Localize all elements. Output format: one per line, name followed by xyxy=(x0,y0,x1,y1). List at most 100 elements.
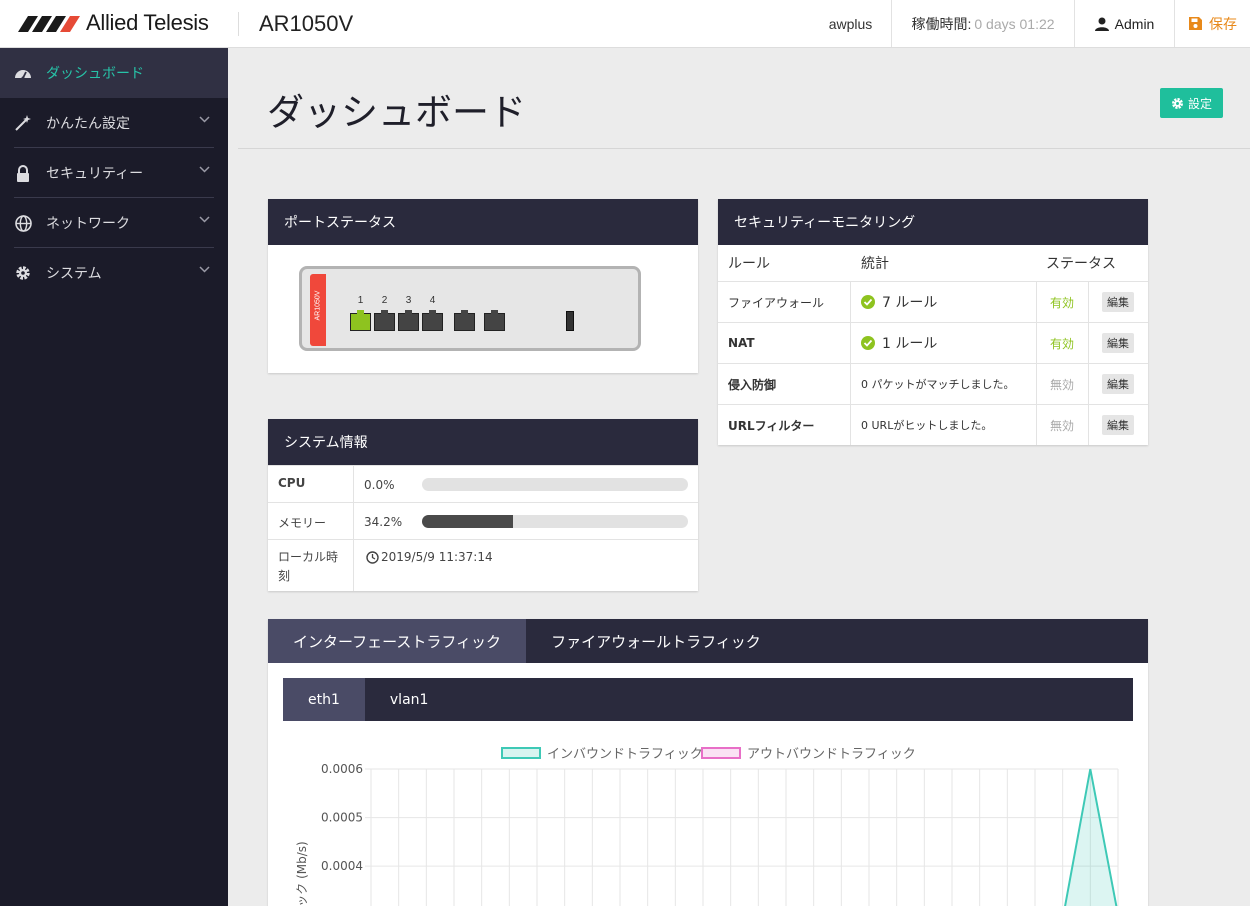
save-button[interactable]: 保存 xyxy=(1174,0,1250,47)
port-6[interactable] xyxy=(484,310,505,331)
cell-divider xyxy=(353,466,354,502)
gear-icon xyxy=(1172,97,1183,109)
port-number: 3 xyxy=(405,295,412,306)
rule-edit: 編集 xyxy=(1088,282,1148,322)
series-line-inbound xyxy=(1064,768,1118,906)
title-divider xyxy=(238,148,1250,149)
check-circle-icon xyxy=(861,336,875,350)
gear-icon xyxy=(14,264,32,282)
cpu-bar xyxy=(422,478,688,491)
status-badge: 有効 xyxy=(1049,336,1074,351)
sidebar-item-label: ダッシュボード xyxy=(46,66,144,82)
hit-count: 0 パケットがマッチしました。 xyxy=(861,378,1015,391)
system-info-card: システム情報 CPU 0.0% メモリー 34.2% ローカル時刻 2019/5… xyxy=(268,419,698,591)
rule-name: URLフィルター xyxy=(728,418,815,433)
device-model-tag: AR1050V xyxy=(310,274,326,346)
magic-wand-icon xyxy=(14,114,32,132)
local-time: 2019/5/9 11:37:14 xyxy=(366,550,493,564)
edit-button[interactable]: 編集 xyxy=(1102,292,1134,312)
chevron-down-icon xyxy=(199,266,210,273)
sidebar-item-label: セキュリティー xyxy=(46,166,144,182)
cell-divider xyxy=(850,364,851,404)
sidebar-item-label: システム xyxy=(46,266,102,282)
port-5[interactable] xyxy=(454,310,475,331)
user-menu[interactable]: Admin xyxy=(1074,0,1174,47)
security-monitoring-title: セキュリティーモニタリング xyxy=(718,199,1148,245)
cell-divider xyxy=(850,405,851,445)
rule-name: 侵入防御 xyxy=(728,377,777,392)
cpu-value: 0.0% xyxy=(364,478,395,492)
port-status-card: ポートステータス AR1050V 1 2 3 4 xyxy=(268,199,698,373)
save-icon xyxy=(1189,17,1202,30)
cell-divider xyxy=(353,503,354,539)
cpu-row: CPU 0.0% xyxy=(268,465,698,502)
y-axis-label: ック (Mb/s) xyxy=(295,841,309,906)
port-status-title: ポートステータス xyxy=(268,199,698,245)
dashboard-icon xyxy=(14,64,32,82)
y-tick-label: 0.0006 xyxy=(321,762,363,776)
local-time-label: ローカル時刻 xyxy=(278,550,339,583)
edit-button[interactable]: 編集 xyxy=(1102,374,1134,394)
clock-icon xyxy=(366,550,379,564)
rule-count: 7 ルール xyxy=(861,292,937,312)
status-badge: 無効 xyxy=(1049,377,1074,392)
table-row: NAT 1 ルール 有効 編集 xyxy=(718,322,1148,363)
edit-button[interactable]: 編集 xyxy=(1102,333,1134,353)
rule-status: 有効 xyxy=(1036,323,1088,363)
rule-edit: 編集 xyxy=(1088,323,1148,363)
rule-stats: 0 パケットがマッチしました。 xyxy=(861,364,1036,404)
sidebar-item-security[interactable]: セキュリティー xyxy=(0,148,228,198)
check-circle-icon xyxy=(861,295,875,309)
local-time-value: 2019/5/9 11:37:14 xyxy=(381,550,493,564)
brand-logo[interactable]: Allied Telesis xyxy=(18,10,209,36)
sidebar-item-label: ネットワーク xyxy=(46,216,130,232)
rule-stats: 0 URLがヒットしました。 xyxy=(861,405,1036,445)
header-divider xyxy=(238,12,239,36)
status-badge: 無効 xyxy=(1049,418,1074,433)
rule-count-text: 1 ルール xyxy=(882,336,938,352)
uptime: 稼働時間: 0 days 01:22 xyxy=(891,0,1074,47)
hostname-text: awplus xyxy=(828,15,873,32)
chevron-down-icon xyxy=(199,116,210,123)
memory-value: 34.2% xyxy=(364,515,403,529)
sidebar-item-quick-setup[interactable]: かんたん設定 xyxy=(0,98,228,148)
sidebar-item-system[interactable]: システム xyxy=(0,248,228,298)
port-number: 4 xyxy=(429,295,436,306)
port-number: 2 xyxy=(381,295,388,306)
sidebar-item-dashboard[interactable]: ダッシュボード xyxy=(0,48,228,98)
y-tick-label: 0.0004 xyxy=(321,859,363,873)
edit-button[interactable]: 編集 xyxy=(1102,415,1134,435)
port-number: 1 xyxy=(357,295,364,306)
user-name: Admin xyxy=(1114,15,1155,32)
column-stats: 統計 xyxy=(861,256,889,272)
y-tick-label: 0.0005 xyxy=(321,811,363,825)
uptime-label: 稼働時間: xyxy=(911,15,972,32)
allied-telesis-logo-icon xyxy=(18,16,80,32)
series-area-inbound xyxy=(1065,769,1117,906)
sidebar: ダッシュボード かんたん設定 セキュリティー ネットワーク システム xyxy=(0,48,228,906)
port-2[interactable] xyxy=(374,310,395,331)
rule-status: 無効 xyxy=(1036,405,1088,445)
page-title: ダッシュボード xyxy=(267,91,526,134)
table-header: ルール 統計 ステータス xyxy=(718,245,1148,281)
user-icon xyxy=(1094,17,1109,31)
rule-stats: 7 ルール xyxy=(861,282,1036,322)
memory-bar-fill xyxy=(422,515,513,528)
port-4[interactable] xyxy=(422,310,443,331)
port-1[interactable] xyxy=(350,310,371,331)
rule-edit: 編集 xyxy=(1088,405,1148,445)
column-rule: ルール xyxy=(728,256,770,272)
dashboard-settings-button[interactable]: 設定 xyxy=(1160,88,1223,118)
port-3[interactable] xyxy=(398,310,419,331)
rule-name: NAT xyxy=(728,336,755,350)
table-row: URLフィルター 0 URLがヒットしました。 無効 編集 xyxy=(718,404,1148,445)
sidebar-item-network[interactable]: ネットワーク xyxy=(0,198,228,248)
rule-edit: 編集 xyxy=(1088,364,1148,404)
cell-divider xyxy=(850,323,851,363)
memory-bar xyxy=(422,515,688,528)
status-badge: 有効 xyxy=(1049,295,1074,310)
rule-count: 1 ルール xyxy=(861,333,937,353)
chevron-down-icon xyxy=(199,166,210,173)
system-info-title: システム情報 xyxy=(268,419,698,465)
console-port xyxy=(566,311,574,331)
